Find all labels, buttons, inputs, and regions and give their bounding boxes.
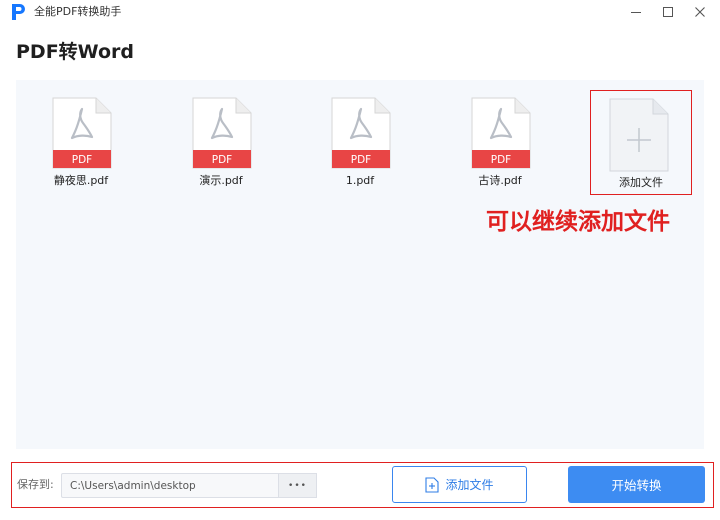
maximize-button[interactable] <box>652 0 684 24</box>
file-item[interactable]: PDF 1.pdf <box>305 96 415 196</box>
add-file-card[interactable]: 添加文件 <box>590 90 692 195</box>
page-title: PDF转Word <box>16 41 134 63</box>
start-convert-button[interactable]: 开始转换 <box>568 466 705 503</box>
file-item[interactable]: PDF 静夜思.pdf <box>26 96 136 196</box>
title-bar: 全能PDF转换助手 <box>0 0 720 24</box>
save-path-field[interactable]: C:\Users\admin\desktop ••• <box>61 473 317 498</box>
close-button[interactable] <box>684 0 716 24</box>
app-logo-icon <box>12 4 25 20</box>
minimize-icon <box>631 12 641 13</box>
browse-button[interactable]: ••• <box>278 473 317 498</box>
file-name: 演示.pdf <box>199 174 243 187</box>
pdf-badge-label: PDF <box>72 154 92 166</box>
add-file-button[interactable]: 添加文件 <box>392 466 527 503</box>
close-icon <box>695 7 705 17</box>
pdf-badge-label: PDF <box>212 154 232 166</box>
save-path-value: C:\Users\admin\desktop <box>70 480 196 492</box>
blank-document-icon <box>609 98 669 172</box>
file-list-area: PDF 静夜思.pdf PDF 演示.pdf PDF 1.pdf PDF 古诗.… <box>16 80 704 449</box>
minimize-button[interactable] <box>620 0 652 24</box>
pdf-file-icon: PDF <box>471 97 531 169</box>
save-to-label: 保存到: <box>17 478 54 491</box>
more-icon: ••• <box>288 480 307 491</box>
add-file-icon <box>425 476 440 493</box>
add-file-button-label: 添加文件 <box>445 478 494 492</box>
file-item[interactable]: PDF 古诗.pdf <box>445 96 555 196</box>
maximize-icon <box>663 7 673 17</box>
pdf-badge-label: PDF <box>351 154 371 166</box>
file-item[interactable]: PDF 演示.pdf <box>166 96 276 196</box>
pdf-file-icon: PDF <box>52 97 112 169</box>
annotation-text: 可以继续添加文件 <box>486 208 670 235</box>
pdf-badge-label: PDF <box>491 154 511 166</box>
file-name: 古诗.pdf <box>478 174 522 187</box>
start-convert-label: 开始转换 <box>611 478 662 493</box>
pdf-file-icon: PDF <box>192 97 252 169</box>
app-title: 全能PDF转换助手 <box>34 5 122 18</box>
bottom-toolbar: 保存到: C:\Users\admin\desktop ••• 添加文件 开始转… <box>11 462 714 508</box>
file-name: 1.pdf <box>345 174 375 187</box>
add-file-label: 添加文件 <box>619 176 663 189</box>
file-name: 静夜思.pdf <box>53 174 109 187</box>
pdf-file-icon: PDF <box>331 97 391 169</box>
